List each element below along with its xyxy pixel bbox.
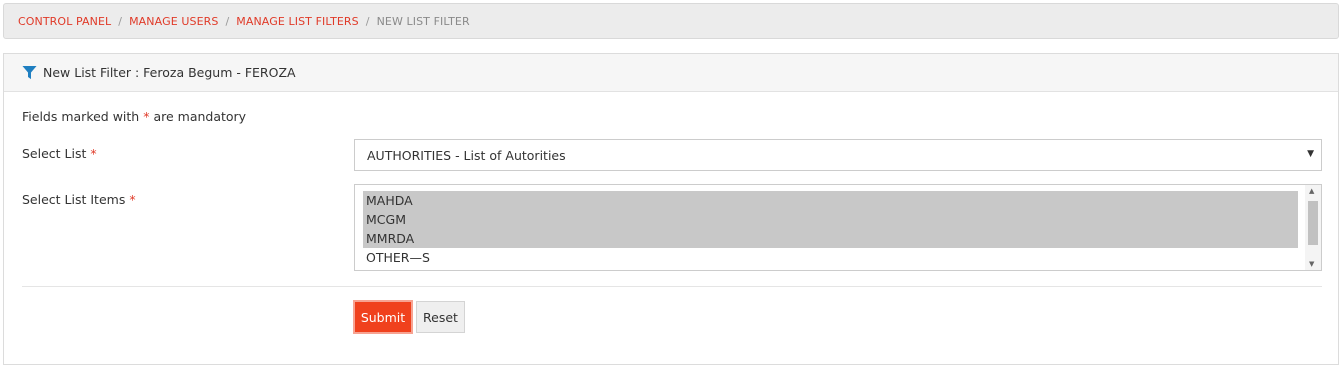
- breadcrumb-separator: /: [365, 14, 370, 28]
- breadcrumb-control-panel[interactable]: CONTROL PANEL: [18, 15, 111, 28]
- panel-title: New List Filter : Feroza Begum - FEROZA: [43, 65, 296, 80]
- breadcrumb-manage-list-filters[interactable]: MANAGE LIST FILTERS: [236, 15, 359, 28]
- form-divider: [22, 286, 1322, 287]
- mandatory-note: Fields marked with * are mandatory: [22, 109, 246, 124]
- multiselect-scrollbar[interactable]: ▲ ▼: [1305, 185, 1321, 270]
- scroll-down-icon[interactable]: ▼: [1309, 260, 1314, 268]
- panel-header: New List Filter : Feroza Begum - FEROZA: [4, 54, 1338, 92]
- caret-down-icon: ▼: [1307, 149, 1314, 159]
- submit-button[interactable]: Submit: [353, 300, 413, 334]
- list-items-multiselect[interactable]: MAHDA MCGM MMRDA OTHER—S ▲ ▼: [354, 184, 1322, 271]
- select-list-items-label-text: Select List Items: [22, 192, 126, 207]
- required-asterisk: *: [143, 109, 150, 124]
- mandatory-note-suffix: are mandatory: [153, 109, 247, 124]
- list-item-option[interactable]: MAHDA: [363, 191, 1298, 210]
- select-list-items-label: Select List Items *: [22, 192, 136, 207]
- list-item-option[interactable]: MMRDA: [363, 229, 1298, 248]
- select-list-label-text: Select List: [22, 146, 87, 161]
- select-list-dropdown[interactable]: AUTHORITIES - List of Autorities ▼: [354, 139, 1322, 171]
- mandatory-note-prefix: Fields marked with: [22, 109, 140, 124]
- breadcrumb-manage-users[interactable]: MANAGE USERS: [129, 15, 218, 28]
- breadcrumb: CONTROL PANEL / MANAGE USERS / MANAGE LI…: [3, 3, 1339, 39]
- filter-icon: [22, 65, 37, 80]
- select-list-value: AUTHORITIES - List of Autorities: [367, 147, 566, 163]
- required-asterisk: *: [129, 192, 136, 207]
- list-item-option[interactable]: MCGM: [363, 210, 1298, 229]
- breadcrumb-separator: /: [118, 14, 123, 28]
- breadcrumb-current: NEW LIST FILTER: [376, 14, 470, 28]
- reset-button[interactable]: Reset: [416, 301, 465, 333]
- breadcrumb-separator: /: [225, 14, 230, 28]
- new-list-filter-panel: New List Filter : Feroza Begum - FEROZA …: [3, 53, 1339, 365]
- scrollbar-thumb[interactable]: [1308, 201, 1318, 245]
- scroll-up-icon[interactable]: ▲: [1309, 187, 1314, 195]
- required-asterisk: *: [90, 146, 97, 161]
- list-item-option[interactable]: OTHER—S: [363, 248, 1298, 267]
- select-list-label: Select List *: [22, 146, 97, 161]
